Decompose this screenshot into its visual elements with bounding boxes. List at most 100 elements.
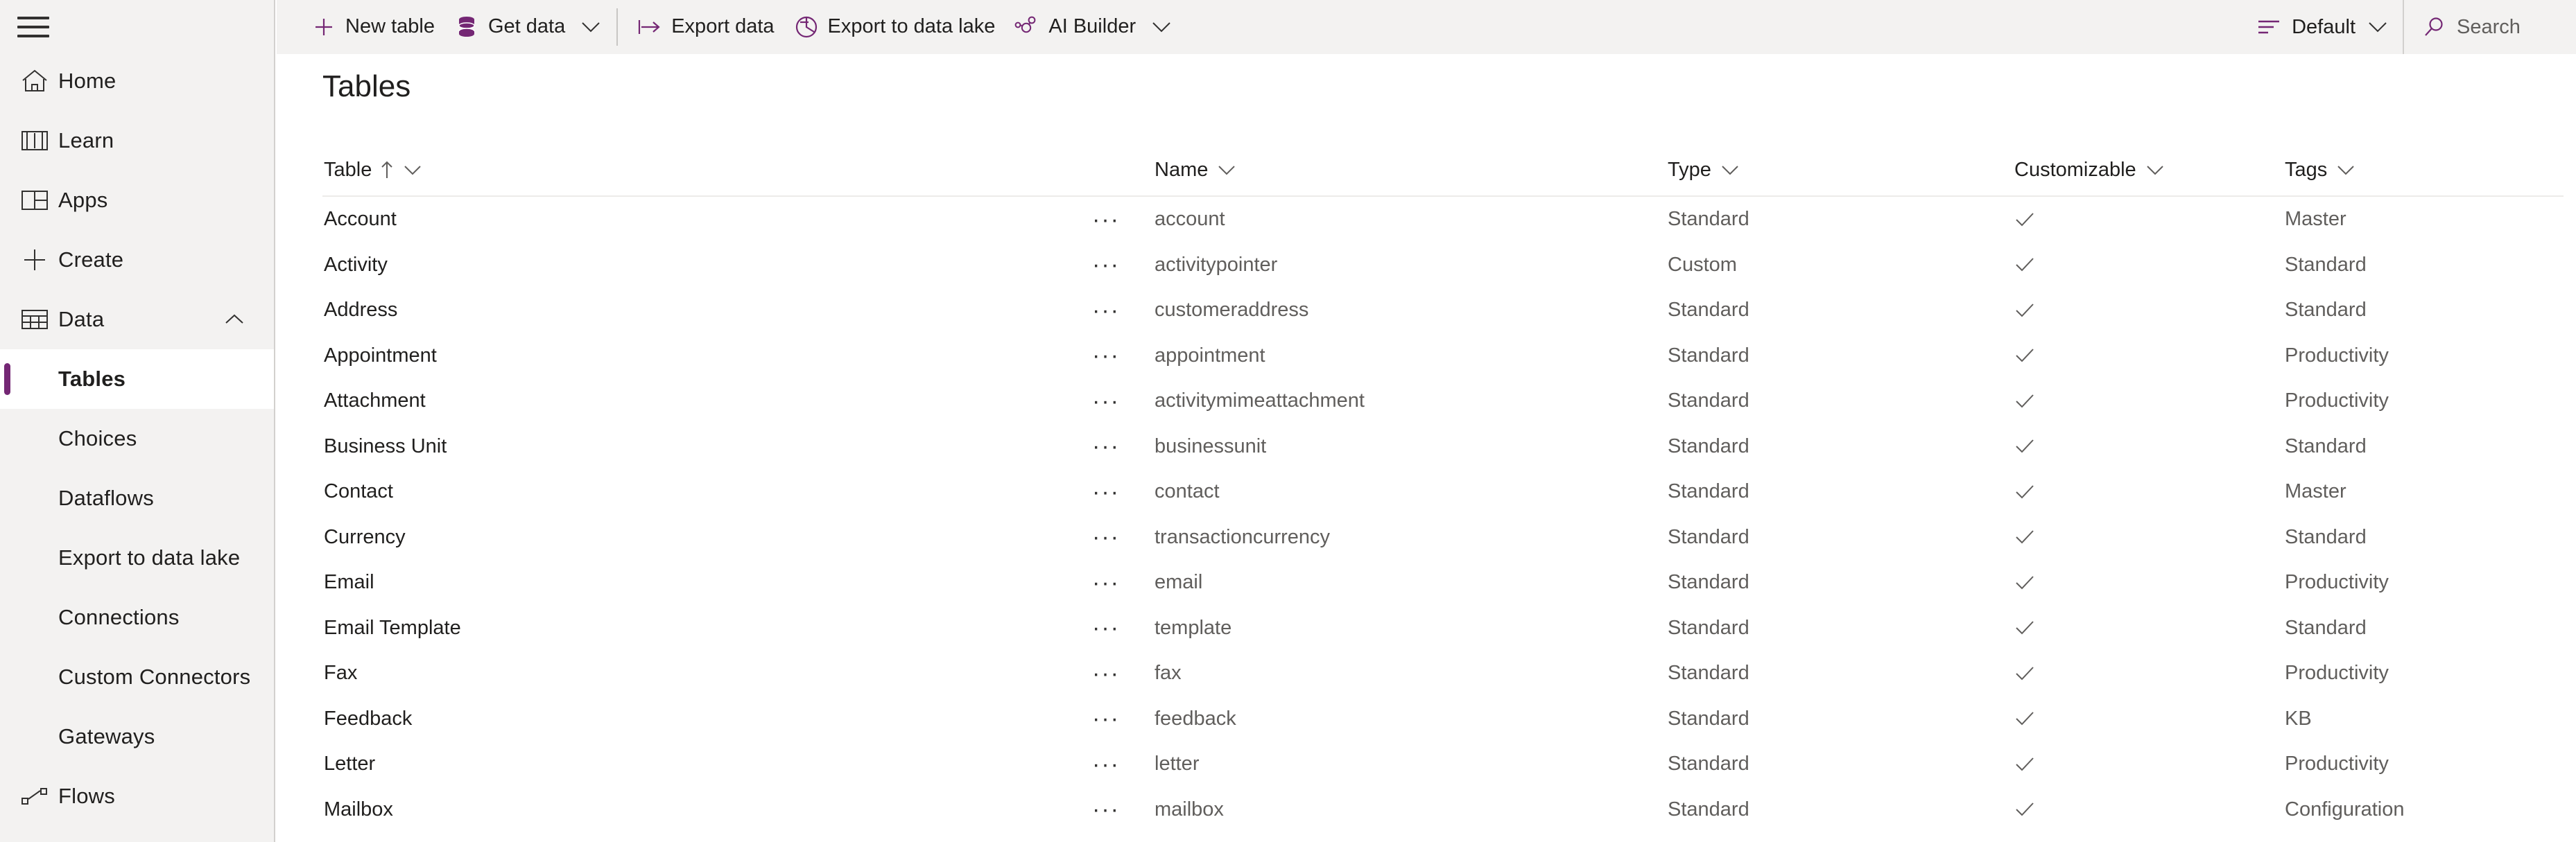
column-header-label: Name (1155, 158, 1209, 181)
cell-table-display-name[interactable]: Business Unit (322, 435, 1092, 458)
export-data-button[interactable]: Export data (628, 6, 784, 49)
more-options-icon[interactable]: ··· (1092, 525, 1155, 549)
cell-table-display-name[interactable]: Email (322, 571, 1092, 594)
table-row[interactable]: Feedback ··· feedback Standard KB (322, 696, 2564, 742)
column-header-type[interactable]: Type (1668, 159, 2014, 182)
sidebar-item-flows[interactable]: Flows (0, 766, 274, 826)
more-options-icon[interactable]: ··· (1092, 480, 1155, 504)
column-header-table[interactable]: Table (322, 159, 1092, 182)
column-header-chevron-down-icon[interactable] (2337, 164, 2355, 175)
cell-table-logical-name: contact (1155, 480, 1220, 503)
sidebar-item-label: Flows (58, 784, 115, 808)
more-options-icon[interactable]: ··· (1092, 662, 1155, 685)
column-header-tags[interactable]: Tags (2285, 159, 2548, 182)
view-picker-chevron-down-icon (2368, 21, 2387, 33)
sidebar-item-create[interactable]: Create (0, 230, 274, 290)
more-options-glyph: ··· (1092, 660, 1120, 687)
cell-table-display-name[interactable]: Mailbox (322, 798, 1092, 821)
get-data-label: Get data (487, 15, 566, 37)
column-header-chevron-down-icon[interactable] (2146, 164, 2164, 175)
table-row[interactable]: Currency ··· transactioncurrency Standard St… (322, 515, 2564, 561)
cell-table-display-name[interactable]: Activity (322, 254, 1092, 277)
ai-builder-chevron-down-icon[interactable] (1146, 6, 1177, 49)
new-table-button[interactable]: New table (302, 6, 444, 49)
cell-customizable (2014, 256, 2285, 273)
sidebar-item-home[interactable]: Home (0, 51, 274, 111)
table-row[interactable]: Contact ··· contact Standard Master (322, 469, 2564, 515)
get-data-button[interactable]: Get data (444, 6, 575, 49)
table-row[interactable]: Activity ··· activitypointer Custom Standard (322, 243, 2564, 288)
cell-table-display-name[interactable]: Currency (322, 526, 1092, 549)
cell-table-logical-name: businessunit (1155, 435, 1267, 457)
cell-table-display-name[interactable]: Email Template (322, 617, 1092, 640)
table-row[interactable]: Appointment ··· appointment Standard Product… (322, 333, 2564, 379)
table-row[interactable]: Email Template ··· template Standard Standar… (322, 606, 2564, 651)
view-picker-default[interactable]: Default (2240, 0, 2403, 54)
sidebar-item-gateways[interactable]: Gateways (0, 707, 274, 766)
cell-table-logical-name: fax (1155, 662, 1182, 685)
more-options-icon[interactable]: ··· (1092, 571, 1155, 595)
more-options-icon[interactable]: ··· (1092, 389, 1155, 413)
sidebar-item-dataflows[interactable]: Dataflows (0, 468, 274, 528)
more-options-icon[interactable]: ··· (1092, 707, 1155, 730)
sidebar-item-apps[interactable]: Apps (0, 170, 274, 230)
export-to-data-lake-button[interactable]: Export to data lake (784, 6, 1005, 49)
checkmark-icon (2014, 393, 2285, 410)
more-options-icon[interactable]: ··· (1092, 435, 1155, 458)
cell-tags: Master (2285, 208, 2346, 231)
more-options-icon[interactable]: ··· (1092, 616, 1155, 640)
sidebar-nav-list: Home Learn Apps Create Data Tables Choices Data… (0, 51, 274, 842)
checkmark-icon (2014, 484, 2285, 500)
cell-table-display-name[interactable]: Fax (322, 662, 1092, 685)
more-options-icon[interactable]: ··· (1092, 798, 1155, 821)
more-options-icon[interactable]: ··· (1092, 344, 1155, 367)
chevron-up-icon[interactable] (224, 313, 245, 326)
sidebar-item-tables[interactable]: Tables (0, 349, 274, 409)
column-header-chevron-down-icon[interactable] (1218, 164, 1236, 175)
cell-table-display-name[interactable]: Attachment (322, 389, 1092, 412)
sidebar-selection-indicator (4, 363, 10, 395)
more-options-icon[interactable]: ··· (1092, 208, 1155, 231)
table-row[interactable]: Fax ··· fax Standard Productivity (322, 651, 2564, 696)
table-row[interactable]: Attachment ··· activitymimeattachment Stand… (322, 378, 2564, 424)
more-options-glyph: ··· (1092, 524, 1120, 551)
cell-table-display-name[interactable]: Appointment (322, 344, 1092, 367)
table-row[interactable]: Business Unit ··· businessunit Standard Stan… (322, 424, 2564, 470)
ai-builder-button[interactable]: AI Builder (1005, 6, 1146, 49)
more-options-icon[interactable]: ··· (1092, 753, 1155, 776)
view-picker-label: Default (2292, 15, 2355, 38)
cell-table-display-name[interactable]: Letter (322, 753, 1092, 775)
get-data-chevron-down-icon[interactable] (575, 6, 607, 49)
cell-table-display-name[interactable]: Contact (322, 480, 1092, 503)
sidebar-item-choices[interactable]: Choices (0, 409, 274, 468)
sidebar-item-chatbots[interactable]: Chatbots (0, 826, 274, 842)
search-input[interactable]: Search (2404, 0, 2576, 54)
cell-table-display-name[interactable]: Feedback (322, 708, 1092, 730)
sidebar-item-data[interactable]: Data (0, 290, 274, 349)
sidebar-item-export-to-data-lake[interactable]: Export to data lake (0, 528, 274, 588)
column-header-customizable[interactable]: Customizable (2014, 159, 2285, 182)
data-lake-icon (794, 15, 819, 40)
sidebar-item-custom-connectors[interactable]: Custom Connectors (0, 647, 274, 707)
column-header-chevron-down-icon[interactable] (404, 164, 422, 175)
sidebar-item-connections[interactable]: Connections (0, 588, 274, 647)
cell-table-display-name[interactable]: Account (322, 208, 1092, 231)
more-options-icon[interactable]: ··· (1092, 253, 1155, 277)
table-row[interactable]: Email ··· email Standard Productivity (322, 560, 2564, 606)
table-row[interactable]: Letter ··· letter Standard Productivity (322, 742, 2564, 787)
more-options-icon[interactable]: ··· (1092, 299, 1155, 322)
cell-table-display-name[interactable]: Address (322, 299, 1092, 322)
cell-table-type: Standard (1668, 616, 1749, 639)
sidebar-item-icon-none (15, 717, 54, 756)
column-header-chevron-down-icon[interactable] (1721, 164, 1739, 175)
table-row[interactable]: Mailbox ··· mailbox Standard Configuration (322, 787, 2564, 833)
sidebar-item-label: Export to data lake (58, 545, 241, 570)
cell-table-logical-name: transactioncurrency (1155, 525, 1331, 548)
table-row[interactable]: Account ··· account Standard Master (322, 197, 2564, 243)
cell-table-type: Standard (1668, 389, 1749, 412)
table-row[interactable]: Address ··· customeraddress Standard Standar… (322, 288, 2564, 333)
more-options-glyph: ··· (1092, 705, 1120, 733)
column-header-name[interactable]: Name (1155, 159, 1668, 182)
hamburger-menu-icon[interactable] (15, 12, 51, 42)
sidebar-item-learn[interactable]: Learn (0, 111, 274, 170)
